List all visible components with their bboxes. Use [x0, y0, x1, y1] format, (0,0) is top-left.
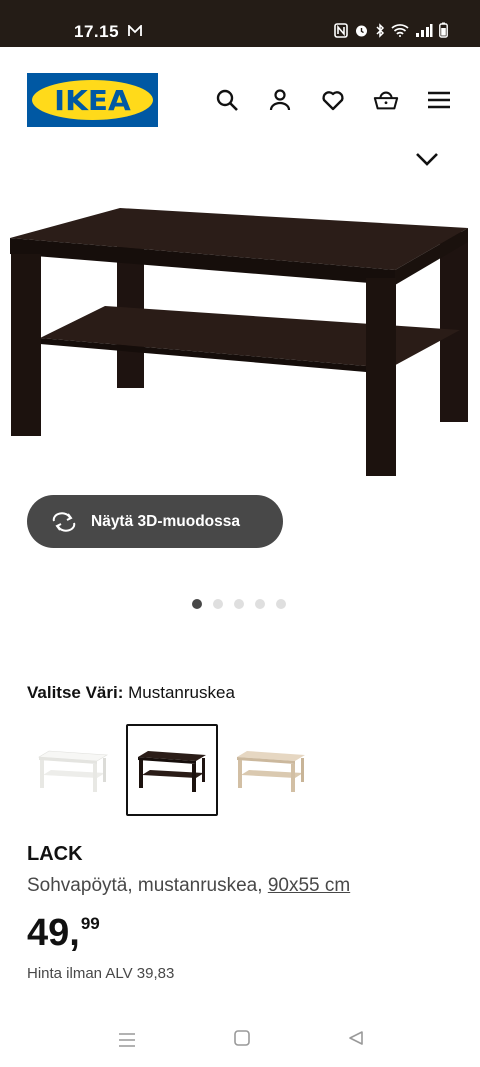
rotate-icon	[52, 511, 76, 532]
color-label-title: Valitse Väri:	[27, 683, 124, 702]
menu-icon[interactable]	[426, 87, 452, 113]
mail-notification-icon	[128, 23, 142, 42]
wifi-icon	[391, 23, 409, 37]
heart-icon[interactable]	[320, 87, 346, 113]
white-table-thumbnail	[38, 750, 108, 792]
search-icon[interactable]	[214, 87, 240, 113]
carousel-dot[interactable]	[213, 599, 223, 609]
product-image[interactable]	[0, 170, 480, 490]
product-description: Sohvapöytä, mustanruskea, 90x55 cm	[27, 875, 350, 897]
carousel-indicator	[192, 599, 286, 609]
basket-icon[interactable]	[373, 87, 399, 113]
color-swatches	[27, 724, 317, 816]
chevron-down-icon[interactable]	[414, 150, 440, 170]
carousel-dot[interactable]	[255, 599, 265, 609]
product-price: 49, 99	[27, 912, 100, 954]
system-navigation-bar	[0, 1010, 480, 1067]
color-label: Valitse Väri: Mustanruskea	[27, 683, 235, 703]
price-integer: 49,	[27, 912, 80, 954]
view-3d-label: Näytä 3D-muodossa	[91, 512, 241, 530]
battery-icon	[439, 22, 448, 38]
carousel-dot[interactable]	[192, 599, 202, 609]
black-brown-table-thumbnail	[138, 751, 206, 792]
view-3d-button[interactable]: Näytä 3D-muodossa	[27, 495, 283, 548]
product-name: LACK	[27, 843, 83, 865]
status-time: 17.15	[74, 22, 120, 41]
product-description-text: Sohvapöytä, mustanruskea,	[27, 875, 263, 896]
home-icon[interactable]	[234, 1030, 250, 1051]
status-bar: 17.15	[0, 0, 480, 47]
ikea-logo[interactable]: IKEA	[27, 73, 158, 127]
back-icon[interactable]	[348, 1030, 364, 1051]
oak-table-thumbnail	[237, 751, 305, 792]
swatch-white-stained-oak[interactable]	[225, 724, 317, 816]
site-header: IKEA	[0, 47, 480, 147]
recent-apps-icon[interactable]	[118, 1032, 136, 1053]
nfc-icon	[334, 22, 348, 38]
signal-icon	[415, 23, 433, 37]
carousel-dot[interactable]	[234, 599, 244, 609]
price-decimal: 99	[80, 914, 100, 933]
bluetooth-icon	[375, 22, 385, 38]
logo-text: IKEA	[54, 83, 131, 117]
alarm-icon	[354, 23, 369, 38]
carousel-dot[interactable]	[276, 599, 286, 609]
status-icons	[334, 22, 448, 38]
swatch-white[interactable]	[27, 724, 119, 816]
swatch-black-brown[interactable]	[126, 724, 218, 816]
account-icon[interactable]	[267, 87, 293, 113]
header-actions	[214, 87, 452, 113]
logo-ellipse: IKEA	[32, 80, 153, 120]
price-without-vat: Hinta ilman ALV 39,83	[27, 965, 175, 982]
product-dimensions-link[interactable]: 90x55 cm	[268, 875, 350, 896]
color-selected-value: Mustanruskea	[128, 683, 235, 702]
